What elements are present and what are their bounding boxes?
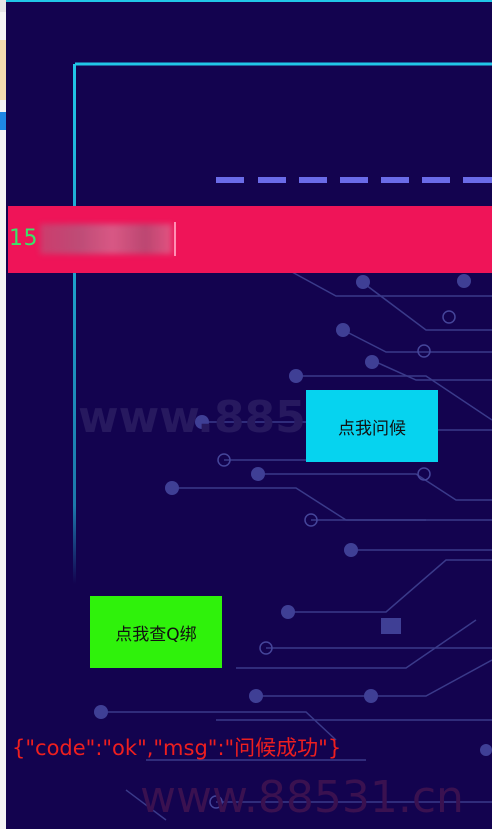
greet-button[interactable]: 点我问候 — [306, 390, 438, 462]
text-cursor — [174, 222, 176, 256]
redacted-phone-digits — [40, 224, 172, 254]
frame-left-line — [73, 64, 76, 584]
dashed-line — [216, 177, 492, 183]
phone-input-value[interactable]: 15 — [9, 226, 38, 251]
circuit-nodes — [94, 274, 492, 756]
app-screen: 15 www.88531.cn 点我问候 点我查Q绑 {"code":"ok",… — [6, 0, 492, 829]
watermark-bottom: www.88531.cn — [140, 772, 464, 823]
query-q-bind-button[interactable]: 点我查Q绑 — [90, 596, 222, 668]
result-message: {"code":"ok","msg":"问候成功"} — [12, 736, 342, 760]
